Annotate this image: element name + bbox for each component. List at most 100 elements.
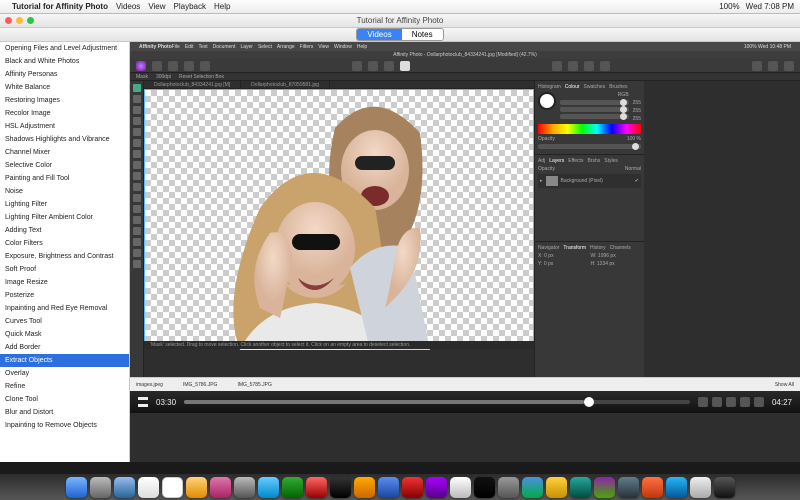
dock-app-icon[interactable] (618, 477, 639, 498)
sidebar-item[interactable]: Soft Proof (0, 263, 129, 276)
sidebar-item[interactable]: Lighting Filter (0, 198, 129, 211)
dock-app-icon[interactable] (114, 477, 135, 498)
dock-app-icon[interactable] (162, 477, 183, 498)
persona-develop-icon[interactable] (184, 61, 194, 71)
dock-app-icon[interactable] (474, 477, 495, 498)
transform-w[interactable]: W: 1996 px (591, 253, 642, 259)
slider-b[interactable] (560, 114, 629, 119)
thumb-label[interactable]: IMG_5786.JPG (183, 382, 217, 388)
sidebar-item[interactable]: Opening Files and Level Adjustment (0, 42, 129, 55)
dock-app-icon[interactable] (330, 477, 351, 498)
hue-strip[interactable] (538, 124, 641, 134)
panel-tab[interactable]: Channels (610, 245, 631, 251)
shape-tool-icon[interactable] (133, 194, 141, 202)
dock-app-icon[interactable] (138, 477, 159, 498)
zoom-tool-icon[interactable] (133, 205, 141, 213)
thumb-label[interactable]: images.jpeg (136, 382, 163, 388)
sidebar-item[interactable]: Painting and Fill Tool (0, 172, 129, 185)
dock-finder-icon[interactable] (66, 477, 87, 498)
seek-knob[interactable] (584, 397, 594, 407)
slider-g[interactable] (560, 107, 629, 112)
toolbar-icon[interactable] (384, 61, 394, 71)
dock-app-icon[interactable] (450, 477, 471, 498)
doc-tab[interactable]: Dollarphotoclub_84334241.jpg [M] (144, 81, 241, 88)
transform-h[interactable]: H: 1334 px (591, 261, 642, 267)
context-reset[interactable]: Reset Selection Box (179, 74, 224, 80)
sidebar-item[interactable]: Restoring Images (0, 94, 129, 107)
dock-app-icon[interactable] (522, 477, 543, 498)
persona-liquify-icon[interactable] (168, 61, 178, 71)
toolbar-icon[interactable] (752, 61, 762, 71)
dock-app-icon[interactable] (426, 477, 447, 498)
thumbnail-strip[interactable]: images.jpeg IMG_5786.JPG IMG_5785.JPG Sh… (130, 377, 800, 391)
mac-dock[interactable] (0, 474, 800, 500)
persona-photo-icon[interactable] (152, 61, 162, 71)
sidebar-item[interactable]: Inpainting to Remove Objects (0, 419, 129, 432)
toolbar-icon[interactable] (600, 61, 610, 71)
sidebar-item[interactable]: Noise (0, 185, 129, 198)
doc-tab[interactable]: Dollarphotoclub_87059581.jpg (241, 81, 330, 88)
menu-view[interactable]: View (148, 2, 165, 11)
color-mode[interactable]: RGB (560, 92, 629, 98)
tab-notes[interactable]: Notes (402, 29, 443, 40)
color-picker-icon[interactable] (133, 260, 141, 268)
dock-app-icon[interactable] (690, 477, 711, 498)
context-mask[interactable]: Mask (136, 74, 148, 80)
dock-app-icon[interactable] (306, 477, 327, 498)
selection-tool-icon[interactable] (133, 95, 141, 103)
panel-tab[interactable]: Histogram (538, 84, 561, 90)
sponge-tool-icon[interactable] (133, 249, 141, 257)
sidebar-item[interactable]: Channel Mixer (0, 146, 129, 159)
move-tool-icon[interactable] (133, 84, 141, 92)
sidebar-item[interactable]: Clone Tool (0, 393, 129, 406)
sidebar-item[interactable]: Extract Objects (0, 354, 129, 367)
panel-tab[interactable]: Navigator (538, 245, 559, 251)
toolbar-icon[interactable] (368, 61, 378, 71)
sidebar-item[interactable]: Adding Text (0, 224, 129, 237)
sidebar-item[interactable]: Blur and Distort (0, 406, 129, 419)
seek-bar[interactable] (184, 400, 690, 404)
canvas[interactable]: 'Mask' selected. Drag to move selection.… (144, 89, 534, 349)
sidebar-item[interactable]: Overlay (0, 367, 129, 380)
fill-tool-icon[interactable] (133, 150, 141, 158)
dock-trash-icon[interactable] (714, 477, 735, 498)
sidebar-item[interactable]: Inpainting and Red Eye Removal (0, 302, 129, 315)
dock-app-icon[interactable] (90, 477, 111, 498)
transform-y[interactable]: Y: 0 px (538, 261, 589, 267)
sidebar-item[interactable]: Lighting Filter Ambient Color (0, 211, 129, 224)
dock-app-icon[interactable] (354, 477, 375, 498)
affinity-tool-palette[interactable] (130, 81, 144, 377)
show-all-button[interactable]: Show All (775, 382, 794, 388)
gradient-tool-icon[interactable] (133, 161, 141, 169)
toolbar-icon[interactable] (552, 61, 562, 71)
opacity-value[interactable]: 100 % (627, 136, 641, 142)
transparent-canvas[interactable] (144, 89, 534, 349)
document-tabs[interactable]: Dollarphotoclub_84334241.jpg [M] Dollarp… (144, 81, 534, 89)
sidebar-item[interactable]: Quick Mask (0, 328, 129, 341)
toolbar-icon[interactable] (584, 61, 594, 71)
slider-r[interactable] (560, 100, 629, 105)
layer-row[interactable]: ▸ Background (Pixel) ✔ (538, 174, 641, 188)
layer-name[interactable]: Background (Pixel) (561, 178, 603, 184)
menu-playback[interactable]: Playback (174, 2, 206, 11)
clone-tool-icon[interactable] (133, 128, 141, 136)
dock-app-icon[interactable] (666, 477, 687, 498)
sidebar-item[interactable]: Add Border (0, 341, 129, 354)
dock-app-icon[interactable] (402, 477, 423, 498)
brush-tool-icon[interactable] (133, 117, 141, 125)
dock-app-icon[interactable] (546, 477, 567, 498)
checkmark-icon[interactable]: ✔ (635, 178, 639, 184)
panel-tab[interactable]: Colour (565, 84, 580, 90)
crop-tool-icon[interactable] (133, 106, 141, 114)
dock-app-icon[interactable] (186, 477, 207, 498)
sidebar-item[interactable]: Color Filters (0, 237, 129, 250)
dock-app-icon[interactable] (234, 477, 255, 498)
dodge-tool-icon[interactable] (133, 227, 141, 235)
panel-tab[interactable]: Styles (604, 158, 618, 164)
dock-app-icon[interactable] (282, 477, 303, 498)
menu-help[interactable]: Help (214, 2, 230, 11)
sidebar-item[interactable]: Exposure, Brightness and Contrast (0, 250, 129, 263)
hand-tool-icon[interactable] (133, 216, 141, 224)
sidebar-item[interactable]: Posterize (0, 289, 129, 302)
panel-tab[interactable]: Swatches (584, 84, 606, 90)
